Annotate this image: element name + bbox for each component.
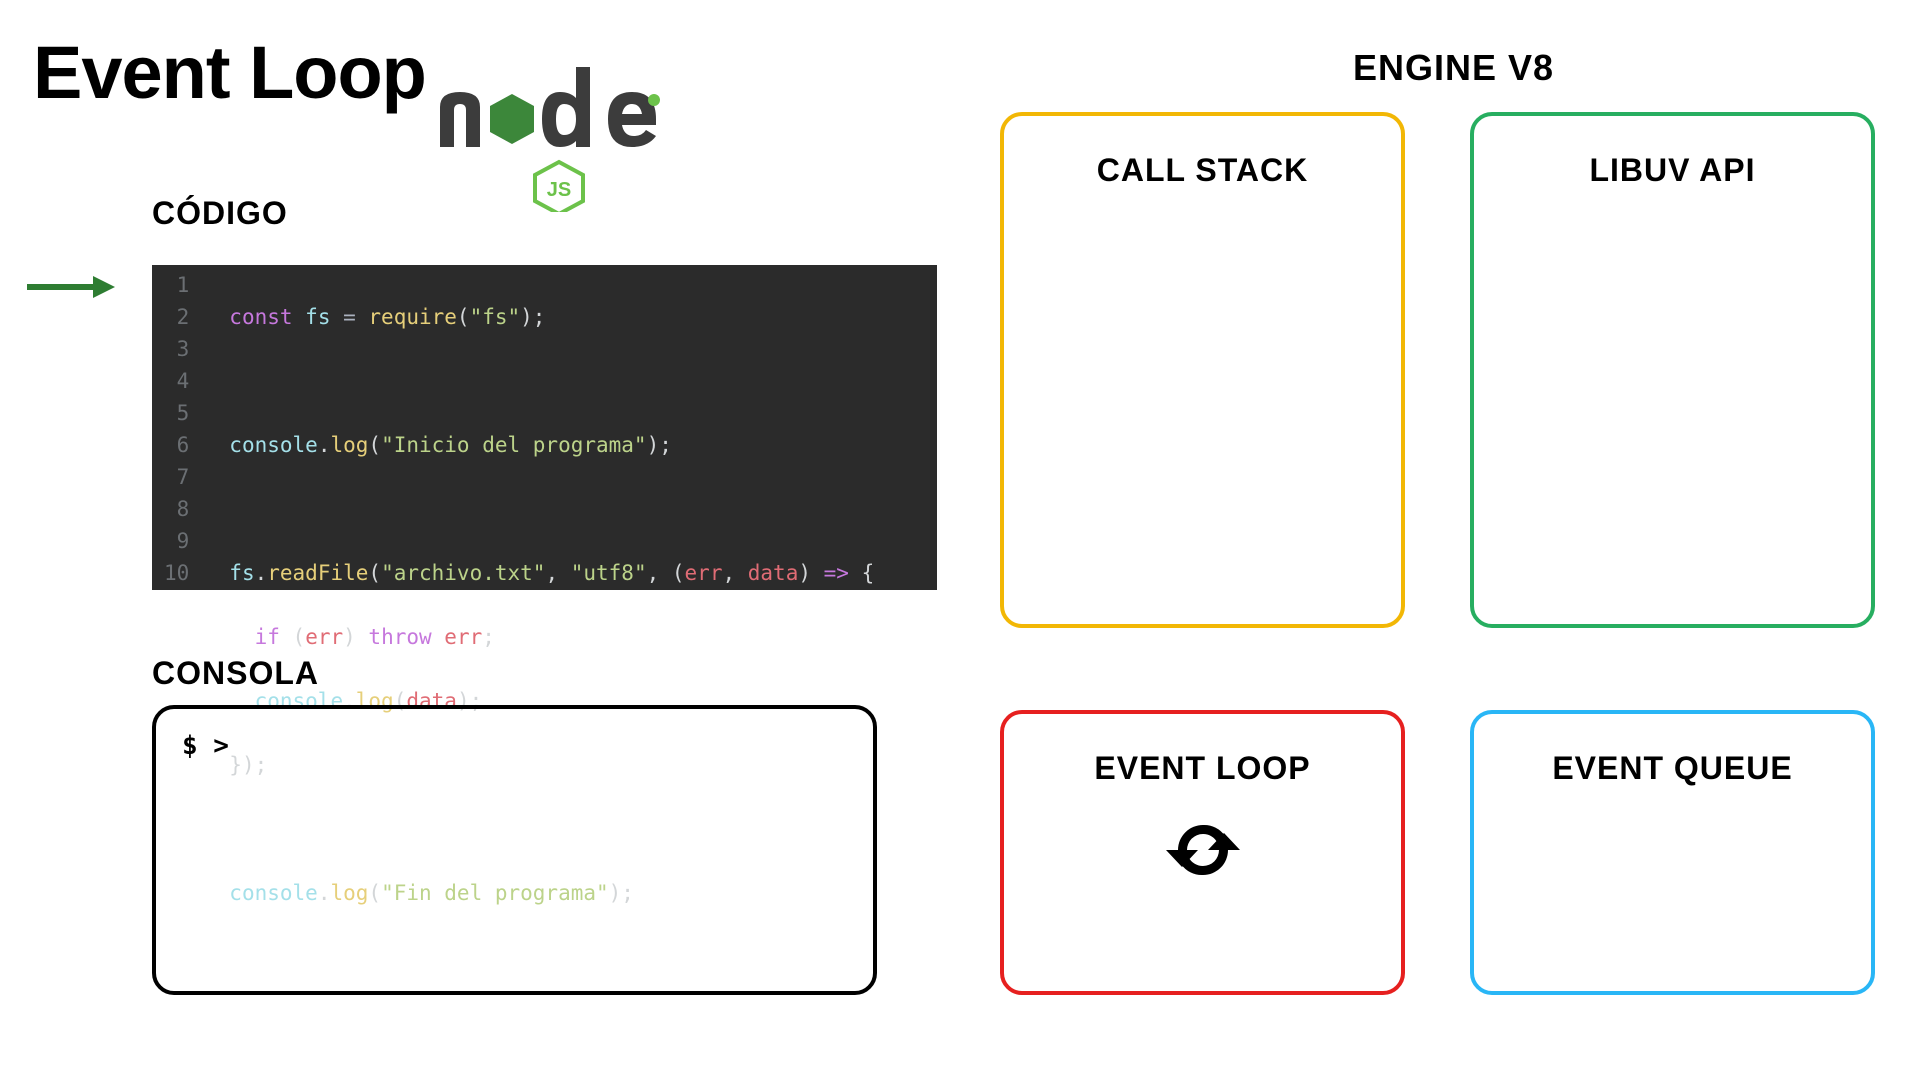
code-line: if (err) throw err; bbox=[229, 621, 874, 653]
event-loop-title: EVENT LOOP bbox=[1004, 750, 1401, 787]
svg-text:JS: JS bbox=[547, 179, 571, 201]
event-loop-panel: EVENT LOOP bbox=[1000, 710, 1405, 995]
code-content: const fs = require("fs"); console.log("I… bbox=[205, 265, 874, 590]
engine-v8-label: ENGINE V8 bbox=[1353, 47, 1554, 89]
line-number: 5 bbox=[158, 397, 195, 429]
line-number: 4 bbox=[158, 365, 195, 397]
nodejs-logo-icon: JS bbox=[430, 52, 700, 212]
code-line: console.log("Inicio del programa"); bbox=[229, 429, 874, 461]
line-number: 7 bbox=[158, 461, 195, 493]
line-number: 10 bbox=[158, 557, 195, 589]
line-number: 8 bbox=[158, 493, 195, 525]
code-line bbox=[229, 493, 874, 525]
line-number: 9 bbox=[158, 525, 195, 557]
line-number: 1 bbox=[158, 269, 195, 301]
libuv-api-title: LIBUV API bbox=[1474, 152, 1871, 189]
line-number: 2 bbox=[158, 301, 195, 333]
console-prompt: $ > bbox=[182, 731, 229, 761]
execution-arrow-icon bbox=[25, 272, 115, 302]
line-number: 3 bbox=[158, 333, 195, 365]
consola-section-label: CONSOLA bbox=[152, 655, 319, 692]
code-line: const fs = require("fs"); bbox=[229, 301, 874, 333]
line-number: 6 bbox=[158, 429, 195, 461]
call-stack-title: CALL STACK bbox=[1004, 152, 1401, 189]
console-output: $ > bbox=[152, 705, 877, 995]
event-queue-panel: EVENT QUEUE bbox=[1470, 710, 1875, 995]
code-gutter: 1 2 3 4 5 6 7 8 9 10 bbox=[152, 265, 205, 590]
event-queue-title: EVENT QUEUE bbox=[1474, 750, 1871, 787]
code-line bbox=[229, 365, 874, 397]
page-title: Event Loop bbox=[33, 30, 426, 115]
refresh-icon bbox=[1157, 815, 1249, 885]
call-stack-panel: CALL STACK bbox=[1000, 112, 1405, 628]
code-line: fs.readFile("archivo.txt", "utf8", (err,… bbox=[229, 557, 874, 589]
code-editor: 1 2 3 4 5 6 7 8 9 10 const fs = require(… bbox=[152, 265, 937, 590]
codigo-section-label: CÓDIGO bbox=[152, 195, 288, 232]
libuv-api-panel: LIBUV API bbox=[1470, 112, 1875, 628]
